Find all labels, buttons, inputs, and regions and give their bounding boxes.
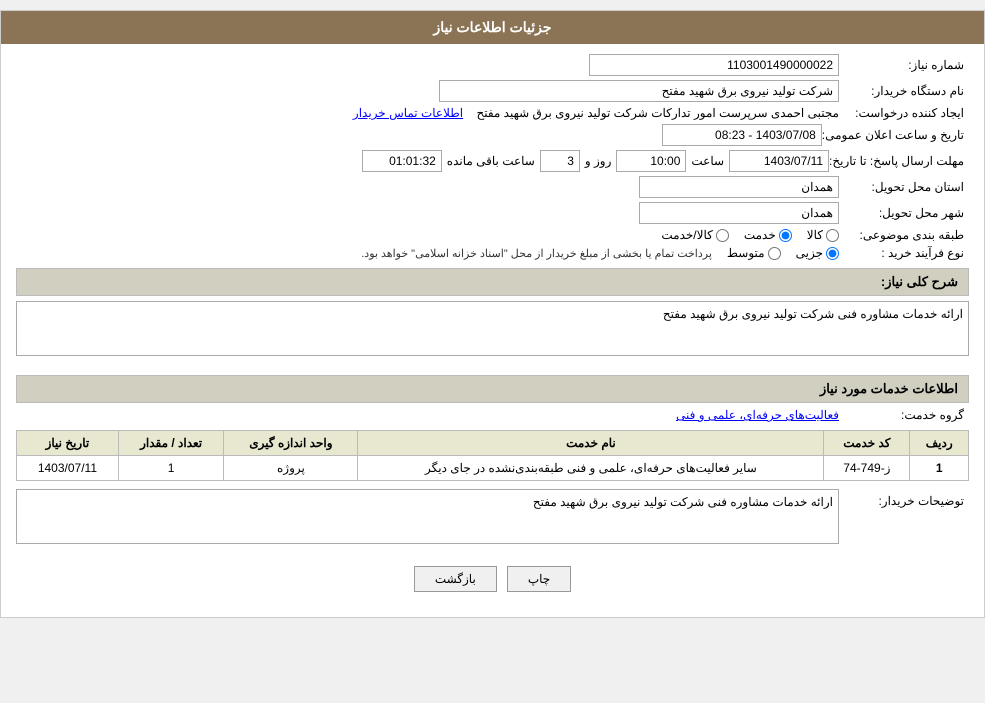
category-kala-khedmat-option[interactable]: کالا/خدمت: [661, 228, 728, 242]
contact-link[interactable]: اطلاعات تماس خریدار: [353, 106, 463, 120]
content-area: شماره نیاز: 1103001490000022 نام دستگاه …: [1, 44, 984, 617]
creator-text: مجتبی احمدی سرپرست امور تدارکات شرکت تول…: [476, 106, 839, 120]
process-radio-group: جزیی متوسط: [727, 246, 839, 260]
category-khedmat-option[interactable]: خدمت: [744, 228, 792, 242]
col-date: تاریخ نیاز: [17, 431, 119, 456]
category-kala-option[interactable]: کالا: [807, 228, 839, 242]
general-desc-textarea[interactable]: [16, 301, 969, 356]
service-group-row: گروه خدمت: فعالیت‌های حرفه‌ای، علمی و فن…: [16, 408, 969, 422]
process-motavaset-label: متوسط: [727, 246, 765, 260]
category-kala-khedmat-radio[interactable]: [716, 229, 729, 242]
response-remaining-label: ساعت باقی مانده: [447, 154, 535, 168]
col-qty-price: تعداد / مقدار: [118, 431, 224, 456]
category-row: طبقه بندی موضوعی: کالا خدمت کالا/خدمت: [16, 228, 969, 242]
announce-datetime-value: 1403/07/08 - 08:23: [16, 124, 822, 146]
row-num-cell: 1: [910, 456, 969, 481]
response-days-input: 3: [540, 150, 580, 172]
print-button[interactable]: چاپ: [507, 566, 571, 592]
buyer-desc-label: توضیحات خریدار:: [839, 489, 969, 508]
process-note: پرداخت تمام یا بخشی از مبلغ خریدار از مح…: [361, 247, 712, 260]
services-table-header: ردیف کد خدمت نام خدمت واحد اندازه گیری ت…: [17, 431, 969, 456]
buyer-desc-row: توضیحات خریدار:: [16, 489, 969, 547]
response-deadline-label: مهلت ارسال پاسخ: تا تاریخ:: [829, 154, 969, 168]
services-table-header-row: ردیف کد خدمت نام خدمت واحد اندازه گیری ت…: [17, 431, 969, 456]
category-kala-radio[interactable]: [826, 229, 839, 242]
province-row: استان محل تحویل: همدان: [16, 176, 969, 198]
back-button[interactable]: بازگشت: [414, 566, 497, 592]
page-wrapper: جزئیات اطلاعات نیاز شماره نیاز: 11030014…: [0, 10, 985, 618]
buyer-desc-textarea[interactable]: [16, 489, 839, 544]
process-value: جزیی متوسط پرداخت تمام یا بخشی از مبلغ خ…: [16, 246, 839, 260]
service-group-label: گروه خدمت:: [839, 408, 969, 422]
services-section-label: اطلاعات خدمات مورد نیاز: [820, 381, 958, 396]
process-row: نوع فرآیند خرید : جزیی متوسط پرداخت تمام…: [16, 246, 969, 260]
process-jozi-radio[interactable]: [826, 247, 839, 260]
response-days-label: روز و: [585, 154, 612, 168]
response-time-input: 10:00: [616, 150, 686, 172]
announce-datetime-row: تاریخ و ساعت اعلان عمومی: 1403/07/08 - 0…: [16, 124, 969, 146]
province-label: استان محل تحویل:: [839, 180, 969, 194]
need-number-row: شماره نیاز: 1103001490000022: [16, 54, 969, 76]
need-number-label: شماره نیاز:: [839, 58, 969, 72]
button-row: چاپ بازگشت: [16, 551, 969, 607]
page-header: جزئیات اطلاعات نیاز: [1, 11, 984, 44]
service-group-link[interactable]: فعالیت‌های حرفه‌ای، علمی و فنی: [676, 408, 839, 422]
city-row: شهر محل تحویل: همدان: [16, 202, 969, 224]
process-inline: جزیی متوسط پرداخت تمام یا بخشی از مبلغ خ…: [16, 246, 839, 260]
buyer-desc-value: [16, 489, 839, 547]
buyer-org-value: شرکت تولید نیروی برق شهید مفتح: [16, 80, 839, 102]
col-unit: واحد اندازه گیری: [224, 431, 358, 456]
category-label: طبقه بندی موضوعی:: [839, 228, 969, 242]
creator-value: مجتبی احمدی سرپرست امور تدارکات شرکت تول…: [16, 106, 839, 120]
response-deadline-value: 1403/07/11 ساعت 10:00 روز و 3 ساعت باقی …: [16, 150, 829, 172]
services-table: ردیف کد خدمت نام خدمت واحد اندازه گیری ت…: [16, 430, 969, 481]
response-remaining-input: 01:01:32: [362, 150, 442, 172]
row-unit-cell: پروژه: [224, 456, 358, 481]
services-section-header: اطلاعات خدمات مورد نیاز: [16, 375, 969, 403]
buyer-org-row: نام دستگاه خریدار: شرکت تولید نیروی برق …: [16, 80, 969, 102]
category-radio-group: کالا خدمت کالا/خدمت: [16, 228, 839, 242]
services-table-body: 1 ز-749-74 سایر فعالیت‌های حرفه‌ای، علمی…: [17, 456, 969, 481]
announce-date-input: 1403/07/08 - 08:23: [662, 124, 822, 146]
response-inline: 1403/07/11 ساعت 10:00 روز و 3 ساعت باقی …: [16, 150, 829, 172]
response-deadline-row: مهلت ارسال پاسخ: تا تاریخ: 1403/07/11 سا…: [16, 150, 969, 172]
process-motavaset-radio[interactable]: [768, 247, 781, 260]
category-kala-khedmat-label: کالا/خدمت: [661, 228, 712, 242]
creator-row: ایجاد کننده درخواست: مجتبی احمدی سرپرست …: [16, 106, 969, 120]
general-desc-label: شرح کلی نیاز:: [881, 274, 958, 289]
need-number-input: 1103001490000022: [589, 54, 839, 76]
buyer-org-label: نام دستگاه خریدار:: [839, 84, 969, 98]
category-options: کالا خدمت کالا/خدمت: [16, 228, 839, 242]
need-number-value: 1103001490000022: [16, 54, 839, 76]
city-value: همدان: [16, 202, 839, 224]
col-row-num: ردیف: [910, 431, 969, 456]
category-kala-label: کالا: [807, 228, 823, 242]
city-input: همدان: [639, 202, 839, 224]
announce-datetime-label: تاریخ و ساعت اعلان عمومی:: [822, 128, 969, 142]
col-name: نام خدمت: [358, 431, 824, 456]
category-khedmat-label: خدمت: [744, 228, 776, 242]
row-name-cell: سایر فعالیت‌های حرفه‌ای، علمی و فنی طبقه…: [358, 456, 824, 481]
response-time-label: ساعت: [691, 154, 724, 168]
city-label: شهر محل تحویل:: [839, 206, 969, 220]
category-khedmat-radio[interactable]: [779, 229, 792, 242]
row-qty-cell: 1: [118, 456, 224, 481]
service-group-value: فعالیت‌های حرفه‌ای، علمی و فنی: [16, 408, 839, 422]
creator-label: ایجاد کننده درخواست:: [839, 106, 969, 120]
process-jozi-option[interactable]: جزیی: [796, 246, 839, 260]
page-title: جزئیات اطلاعات نیاز: [433, 19, 551, 35]
response-date-input: 1403/07/11: [729, 150, 829, 172]
general-desc-section-header: شرح کلی نیاز:: [16, 268, 969, 296]
process-motavaset-option[interactable]: متوسط: [727, 246, 781, 260]
province-input: همدان: [639, 176, 839, 198]
general-desc-area: [16, 301, 969, 367]
province-value: همدان: [16, 176, 839, 198]
process-jozi-label: جزیی: [796, 246, 823, 260]
row-date-cell: 1403/07/11: [17, 456, 119, 481]
col-code: کد خدمت: [824, 431, 910, 456]
row-code-cell: ز-749-74: [824, 456, 910, 481]
process-label: نوع فرآیند خرید :: [839, 246, 969, 260]
table-row: 1 ز-749-74 سایر فعالیت‌های حرفه‌ای، علمی…: [17, 456, 969, 481]
buyer-org-input: شرکت تولید نیروی برق شهید مفتح: [439, 80, 839, 102]
